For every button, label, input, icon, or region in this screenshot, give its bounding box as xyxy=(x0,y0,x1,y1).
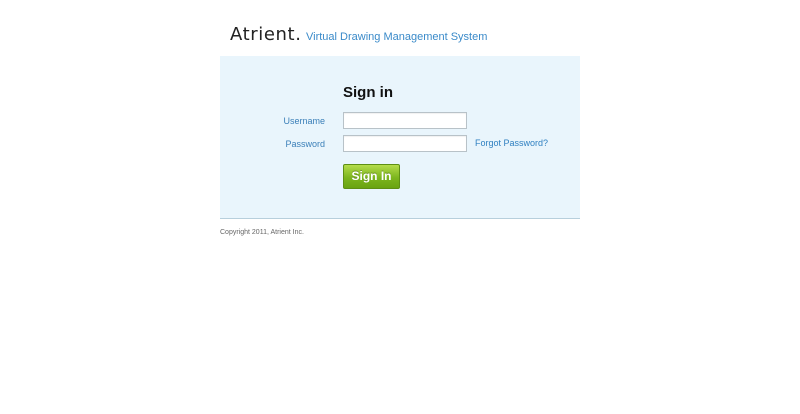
app-tagline: Virtual Drawing Management System xyxy=(306,31,488,43)
page-title: Sign in xyxy=(343,84,393,101)
username-input[interactable] xyxy=(343,112,467,129)
sign-in-button[interactable]: Sign In xyxy=(343,164,400,189)
password-input[interactable] xyxy=(343,135,467,152)
forgot-password-link[interactable]: Forgot Password? xyxy=(475,138,548,148)
password-label: Password xyxy=(285,139,325,149)
username-label: Username xyxy=(283,116,325,126)
signin-panel: Sign in Username Password Forgot Passwor… xyxy=(220,56,580,219)
brand-logo: Atrient. xyxy=(230,24,302,45)
copyright-text: Copyright 2011, Atrient Inc. xyxy=(220,229,304,236)
login-page: Atrient. Virtual Drawing Management Syst… xyxy=(0,0,800,414)
